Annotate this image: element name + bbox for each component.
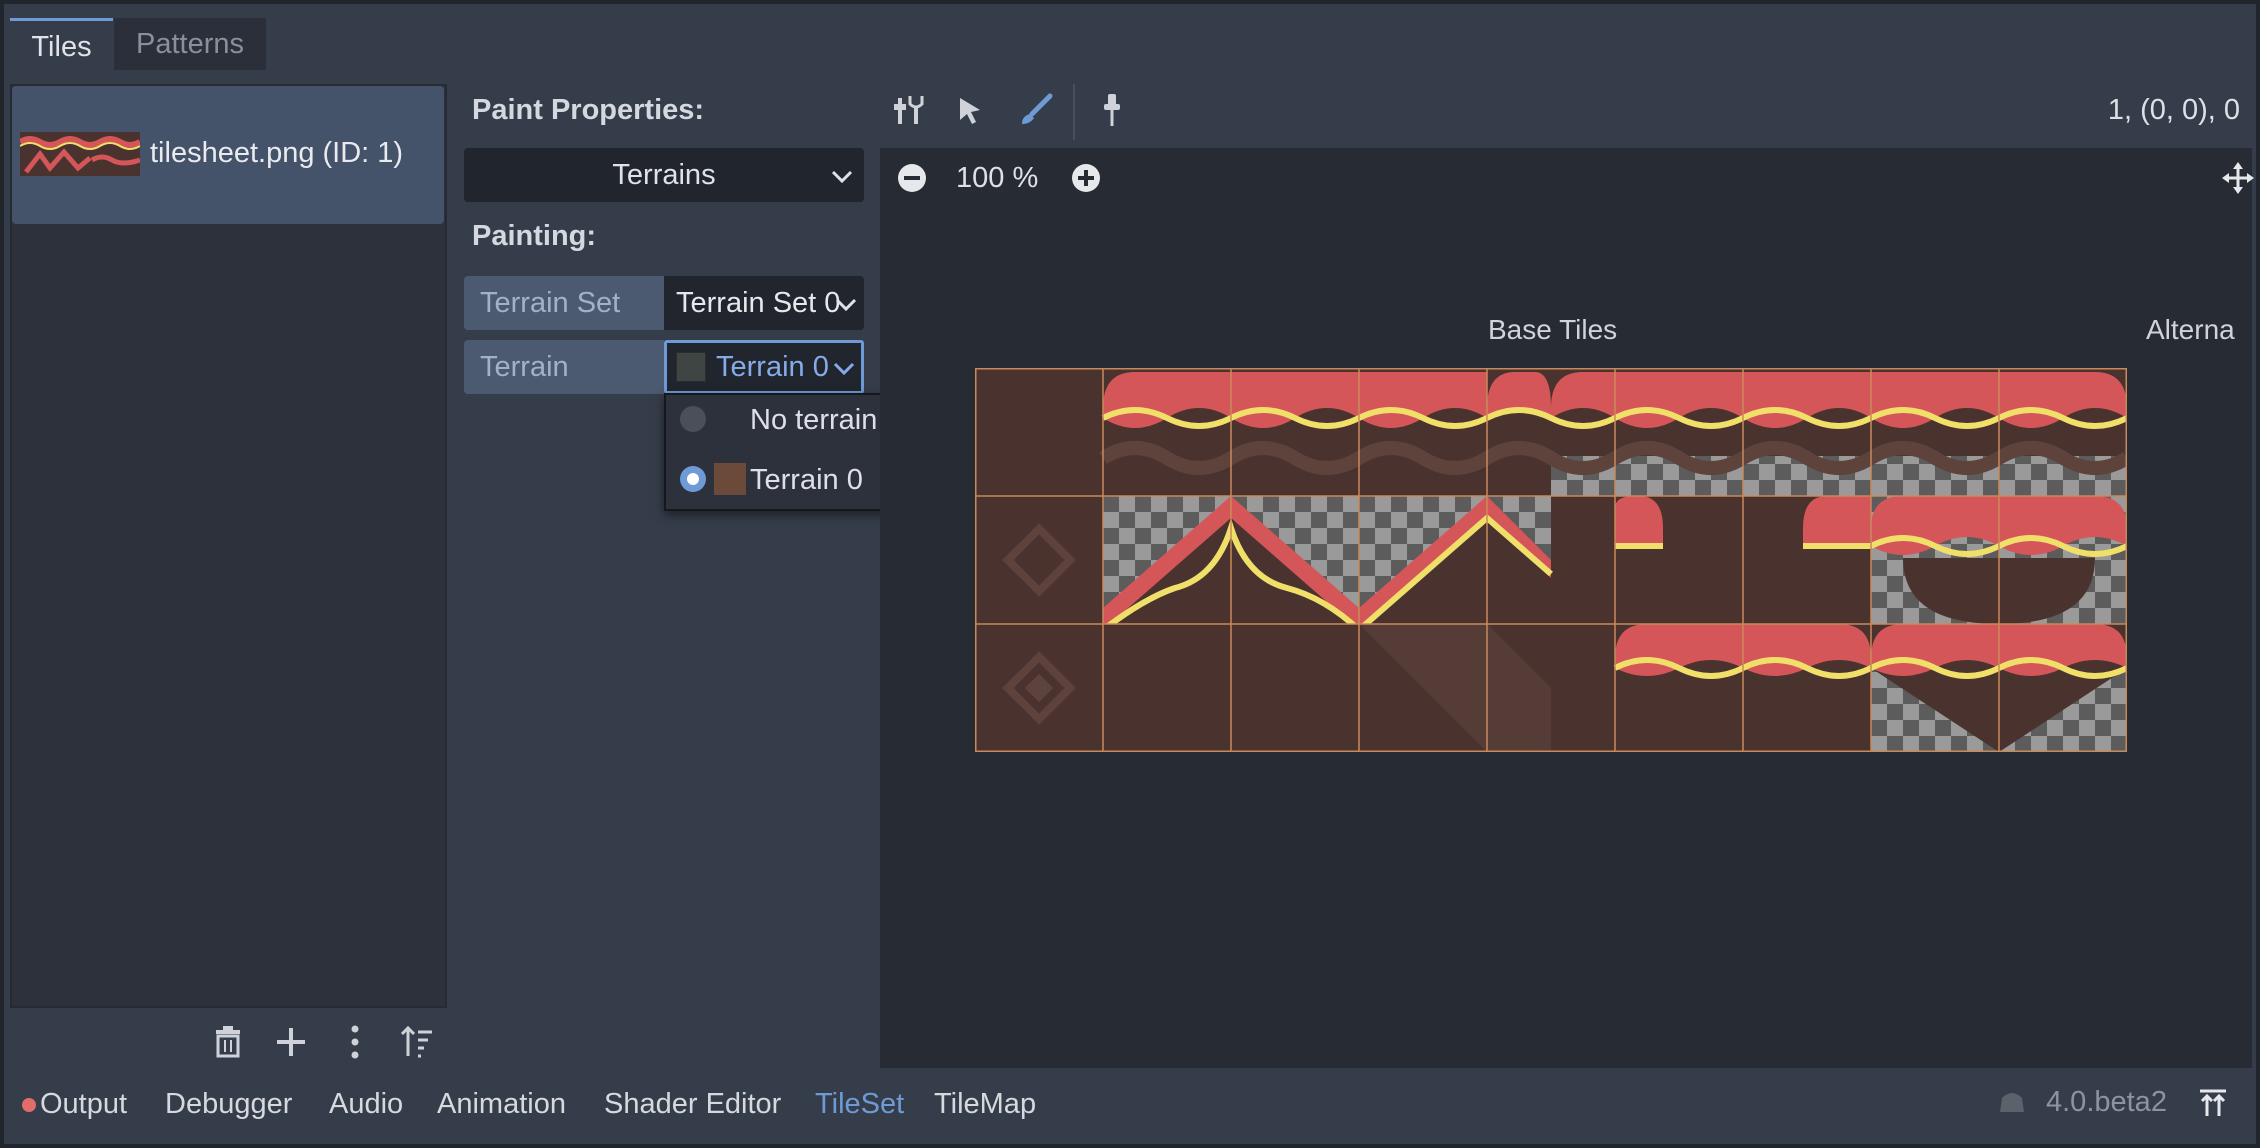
paint-properties-header: Paint Properties:	[472, 94, 705, 126]
source-label: tilesheet.png (ID: 1)	[150, 137, 404, 169]
paint-mode-value: Terrains	[612, 159, 716, 191]
setup-tool-icon[interactable]	[888, 90, 928, 130]
bottom-tab-tilemap[interactable]: TileMap	[934, 1084, 1036, 1124]
base-tiles-label: Base Tiles	[1488, 314, 1618, 345]
bottom-tab-tileset[interactable]: TileSet	[815, 1084, 904, 1124]
add-icon[interactable]	[269, 1020, 313, 1064]
tilesheet-thumbnail	[20, 132, 140, 176]
zoom-out-icon[interactable]	[896, 162, 928, 194]
bottom-tab-shader-editor[interactable]: Shader Editor	[604, 1084, 781, 1124]
move-icon[interactable]	[2220, 160, 2256, 196]
alternative-tiles-label: Alterna	[2146, 314, 2235, 345]
select-tool-icon[interactable]	[952, 92, 988, 128]
godot-icon	[2000, 1093, 2024, 1112]
tab-tiles[interactable]: Tiles	[10, 18, 113, 70]
bottom-tab-audio[interactable]: Audio	[329, 1084, 403, 1124]
bottom-tab-debugger[interactable]: Debugger	[165, 1084, 292, 1124]
radio-no-terrain[interactable]	[680, 406, 706, 432]
version-label: 4.0.beta2	[2046, 1086, 2167, 1118]
radio-dot	[687, 473, 699, 485]
paint-brush-icon[interactable]	[1016, 90, 1056, 130]
chevron-down-icon	[831, 170, 853, 184]
terrain-0-swatch	[714, 463, 746, 495]
zoom-in-icon[interactable]	[1070, 162, 1102, 194]
toolbar-separator	[1073, 84, 1075, 140]
tile-atlas[interactable]	[975, 368, 2127, 752]
sort-icon[interactable]	[396, 1020, 440, 1064]
bottom-tab-output[interactable]: Output	[40, 1084, 127, 1124]
chevron-down-icon	[833, 362, 855, 376]
option-terrain-0[interactable]: Terrain 0	[750, 460, 863, 500]
zoom-level[interactable]: 100 %	[956, 158, 1038, 198]
trash-icon[interactable]	[206, 1020, 250, 1064]
terrain-color-swatch	[676, 352, 706, 382]
terrain-label: Terrain	[480, 351, 569, 383]
option-no-terrain[interactable]: No terrain	[750, 400, 877, 440]
painting-header: Painting:	[472, 220, 597, 252]
bottom-tab-animation[interactable]: Animation	[437, 1084, 566, 1124]
tab-patterns[interactable]: Patterns	[114, 18, 266, 70]
more-vertical-icon[interactable]	[333, 1020, 377, 1064]
chevron-down-icon	[835, 298, 857, 312]
terrain-set-value: Terrain Set 0	[676, 287, 841, 319]
picker-icon[interactable]	[1096, 90, 1128, 130]
terrain-set-label: Terrain Set	[480, 287, 621, 319]
terrain-value: Terrain 0	[716, 351, 829, 383]
tile-coordinates: 1, (0, 0), 0	[2107, 94, 2240, 126]
output-alert-dot	[22, 1098, 36, 1112]
expand-panel-icon[interactable]	[2196, 1086, 2230, 1120]
